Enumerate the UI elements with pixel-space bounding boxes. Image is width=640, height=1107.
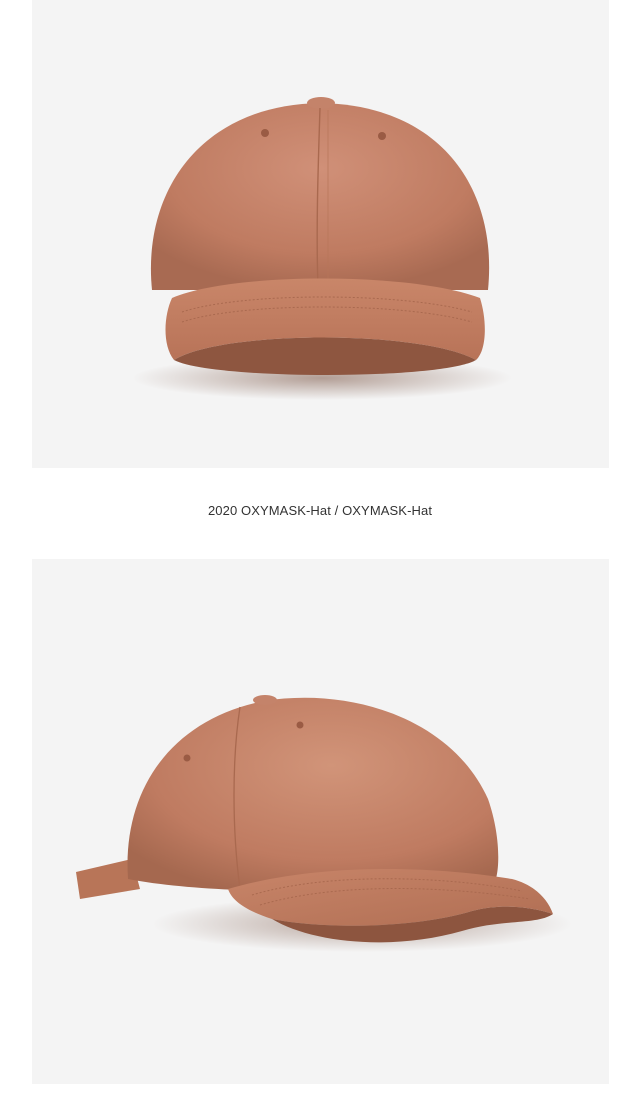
hat-side-illustration: [76, 695, 572, 952]
hat-side-photo: [32, 559, 609, 1084]
hat-front-illustration: [132, 97, 512, 400]
product-caption: 2020 OXYMASK-Hat / OXYMASK-Hat: [207, 503, 433, 518]
hat-front-photo: [32, 0, 609, 468]
